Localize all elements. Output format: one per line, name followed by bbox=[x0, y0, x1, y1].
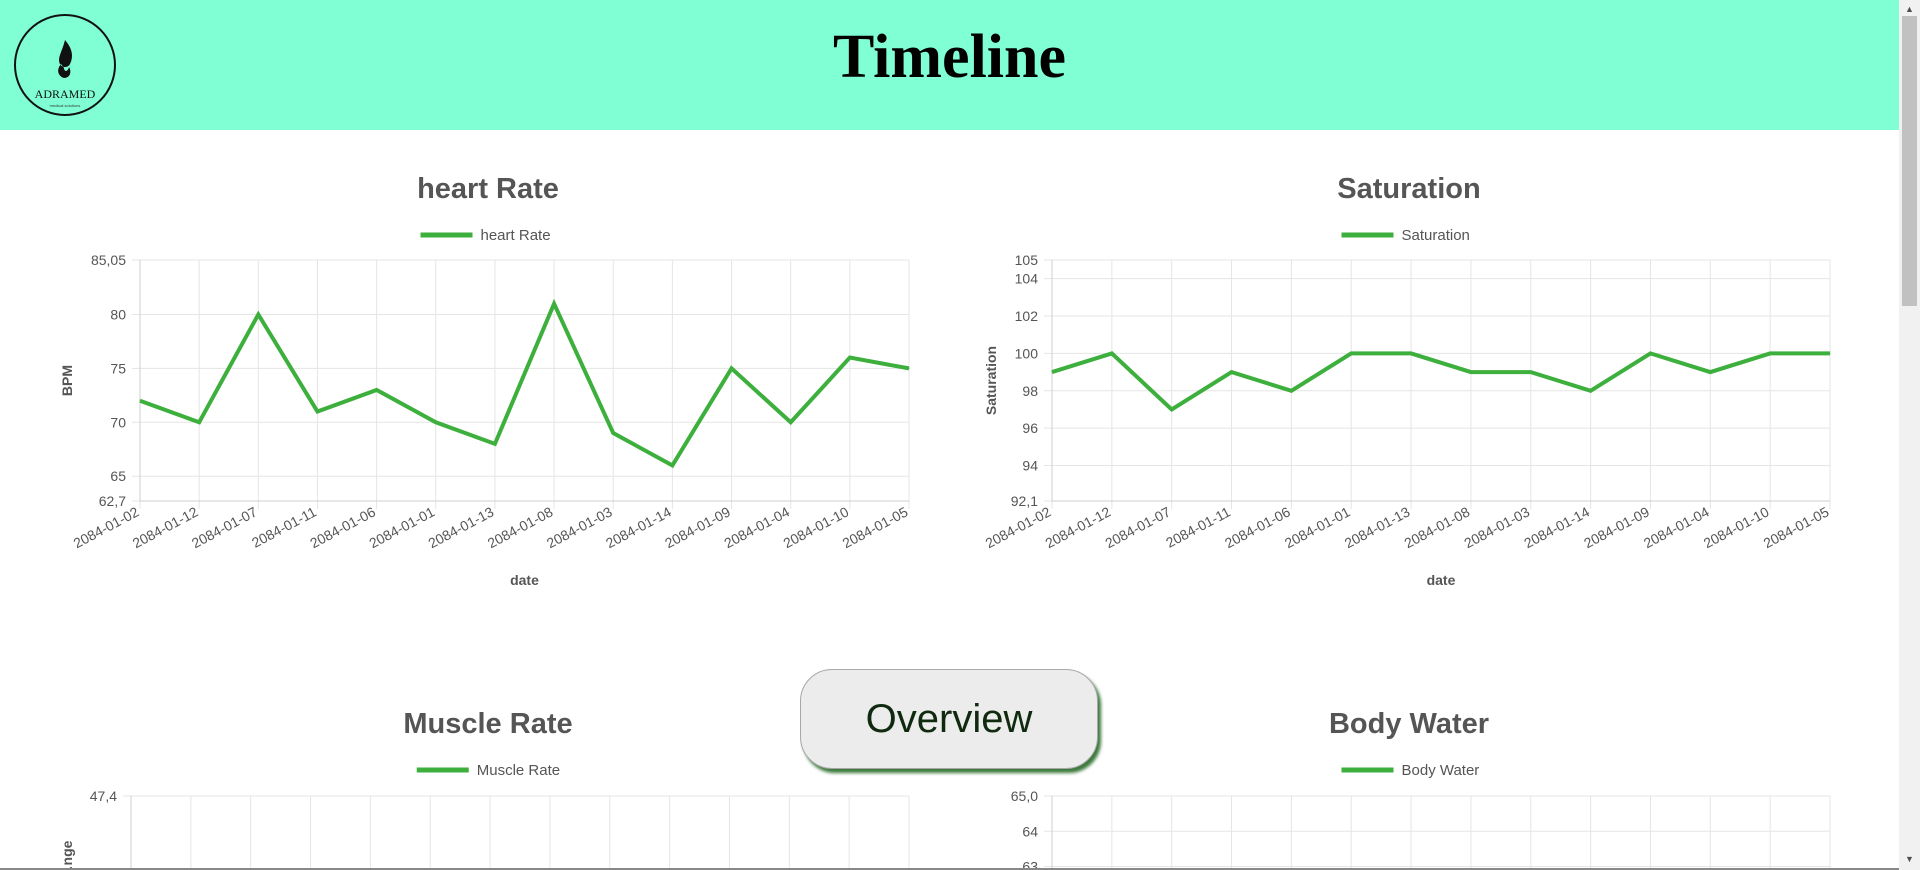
chart-2-data-point bbox=[1231, 371, 1233, 373]
chart-1-xtick-label: 2084-01-03 bbox=[544, 503, 615, 551]
chart-3-title: Muscle Rate bbox=[403, 708, 572, 740]
chart-2-xtick-label: 2084-01-04 bbox=[1641, 503, 1712, 551]
chart-1-xtick-label: 2084-01-02 bbox=[71, 503, 142, 551]
chart-1-ytick-label: 80 bbox=[110, 306, 126, 322]
chart-1-ytick-label: 65 bbox=[110, 468, 126, 484]
chart-1-xtick-label: 2084-01-01 bbox=[366, 503, 437, 551]
chart-1-xtick-label: 2084-01-05 bbox=[840, 503, 911, 551]
chart-1-xtick-label: 2084-01-09 bbox=[662, 503, 733, 551]
chart-1-data-point bbox=[435, 421, 437, 423]
chart-1-data-point bbox=[139, 400, 141, 402]
chart-2-xtick-label: 2084-01-01 bbox=[1282, 503, 1353, 551]
chart-2-title: Saturation bbox=[1337, 173, 1480, 205]
chart-2-ytick-label: 92,1 bbox=[1011, 493, 1038, 509]
chart-2-data-point bbox=[1829, 352, 1831, 354]
chart-1-xtick-label: 2084-01-10 bbox=[781, 503, 852, 551]
chart-1-ytick-label: 85,05 bbox=[91, 252, 126, 268]
chart-2-data-point bbox=[1649, 352, 1651, 354]
chart-1-ytick-label: 75 bbox=[110, 360, 126, 376]
chart-1-data-point bbox=[494, 443, 496, 445]
chart-4-ytick-label: 65,0 bbox=[1011, 788, 1038, 804]
chart-2-xtick-label: 2084-01-14 bbox=[1521, 503, 1592, 551]
chart-3-ylabel: …nge bbox=[59, 840, 75, 870]
chart-1-data-point bbox=[257, 313, 259, 315]
chart-1-data-point bbox=[671, 464, 673, 466]
chart-4-title: Body Water bbox=[1329, 708, 1489, 740]
chart-1-series-line bbox=[139, 298, 910, 469]
chart-2-data-point bbox=[1470, 371, 1472, 373]
chart-1-data-point bbox=[316, 411, 318, 413]
chart-2-data-point bbox=[1709, 371, 1711, 373]
chart-4-legend-label: Body Water bbox=[1402, 762, 1480, 779]
scroll-up-arrow-icon[interactable]: ▲ bbox=[1905, 4, 1914, 14]
chart-2-ytick-label: 94 bbox=[1022, 458, 1038, 474]
chart-2-xtick-label: 2084-01-05 bbox=[1761, 503, 1832, 551]
chart-1-data-point bbox=[908, 367, 910, 369]
chart-2-ytick-label: 98 bbox=[1022, 383, 1038, 399]
chart-2-xtick-label: 2084-01-08 bbox=[1402, 503, 1473, 551]
chart-1-ytick-label: 70 bbox=[110, 414, 126, 430]
chart-4-ytick-label: 64 bbox=[1022, 823, 1038, 839]
chart-1-xtick-label: 2084-01-06 bbox=[307, 503, 378, 551]
chart-1-xtick-label: 2084-01-04 bbox=[721, 503, 792, 551]
chart-2-data-point bbox=[1051, 371, 1053, 373]
chart-1-data-point bbox=[612, 432, 614, 434]
chart-1-xtick-label: 2084-01-14 bbox=[603, 503, 674, 551]
chart-2-data-point bbox=[1769, 352, 1771, 354]
chart-1-xlabel: date bbox=[510, 572, 539, 588]
chart-2-xtick-label: 2084-01-02 bbox=[983, 503, 1054, 551]
chart-1-xtick-label: 2084-01-12 bbox=[130, 503, 201, 551]
chart-2-data-point bbox=[1410, 352, 1412, 354]
chart-2-legend-label: Saturation bbox=[1402, 227, 1470, 244]
chart-2-xtick-label: 2084-01-11 bbox=[1163, 503, 1233, 550]
chart-3-ytick-label: 47,4 bbox=[90, 788, 117, 804]
chart-2-xlabel: date bbox=[1427, 572, 1456, 588]
chart-2-ytick-label: 100 bbox=[1015, 345, 1039, 361]
chart-2-data-point bbox=[1171, 408, 1173, 410]
chart-2-xtick-label: 2084-01-09 bbox=[1581, 503, 1652, 551]
chart-2-xtick-label: 2084-01-07 bbox=[1102, 503, 1173, 551]
chart-2-ylabel: Saturation bbox=[983, 346, 999, 415]
chart-2-xtick-label: 2084-01-13 bbox=[1342, 503, 1413, 551]
chart-2-xtick-label: 2084-01-12 bbox=[1043, 503, 1114, 551]
chart-2-data-point bbox=[1590, 390, 1592, 392]
chart-1-ylabel: BPM bbox=[59, 365, 75, 396]
chart-2-ytick-label: 105 bbox=[1015, 252, 1039, 268]
chart-1-data-point bbox=[849, 357, 851, 359]
chart-2-data-point bbox=[1530, 371, 1532, 373]
chart-3-legend-label: Muscle Rate bbox=[477, 762, 560, 779]
scroll-down-arrow-icon[interactable]: ▼ bbox=[1905, 854, 1914, 864]
chart-2-data-point bbox=[1111, 352, 1113, 354]
chart-1-xtick-label: 2084-01-07 bbox=[189, 503, 260, 551]
chart-2-ytick-label: 104 bbox=[1015, 271, 1039, 287]
chart-1-title: heart Rate bbox=[417, 173, 559, 205]
chart-2-xtick-label: 2084-01-03 bbox=[1461, 503, 1532, 551]
chart-1-xtick-label: 2084-01-08 bbox=[485, 503, 556, 551]
chart-1-data-point bbox=[790, 421, 792, 423]
chart-1-data-point bbox=[198, 421, 200, 423]
chart-2-xtick-label: 2084-01-06 bbox=[1222, 503, 1293, 551]
chart-1-ytick-label: 62,7 bbox=[99, 493, 126, 509]
chart-2-ytick-label: 96 bbox=[1022, 420, 1038, 436]
chart-2-xtick-label: 2084-01-10 bbox=[1701, 503, 1772, 551]
vertical-scrollbar[interactable]: ▲ ▼ bbox=[1899, 0, 1920, 870]
chart-1-data-point bbox=[553, 303, 555, 305]
chart-2-data-point bbox=[1290, 390, 1292, 392]
overview-button[interactable]: Overview bbox=[800, 669, 1098, 769]
chart-2-series-line bbox=[1051, 351, 1830, 412]
chart-1-legend-label: heart Rate bbox=[481, 227, 551, 244]
chart-2-ytick-label: 102 bbox=[1015, 308, 1039, 324]
chart-2-data-point bbox=[1350, 352, 1352, 354]
chart-1-xtick-label: 2084-01-11 bbox=[249, 503, 319, 550]
chart-1-data-point bbox=[731, 367, 733, 369]
chart-1-data-point bbox=[376, 389, 378, 391]
chart-1-xtick-label: 2084-01-13 bbox=[426, 503, 497, 551]
scrollbar-thumb[interactable] bbox=[1902, 16, 1917, 306]
